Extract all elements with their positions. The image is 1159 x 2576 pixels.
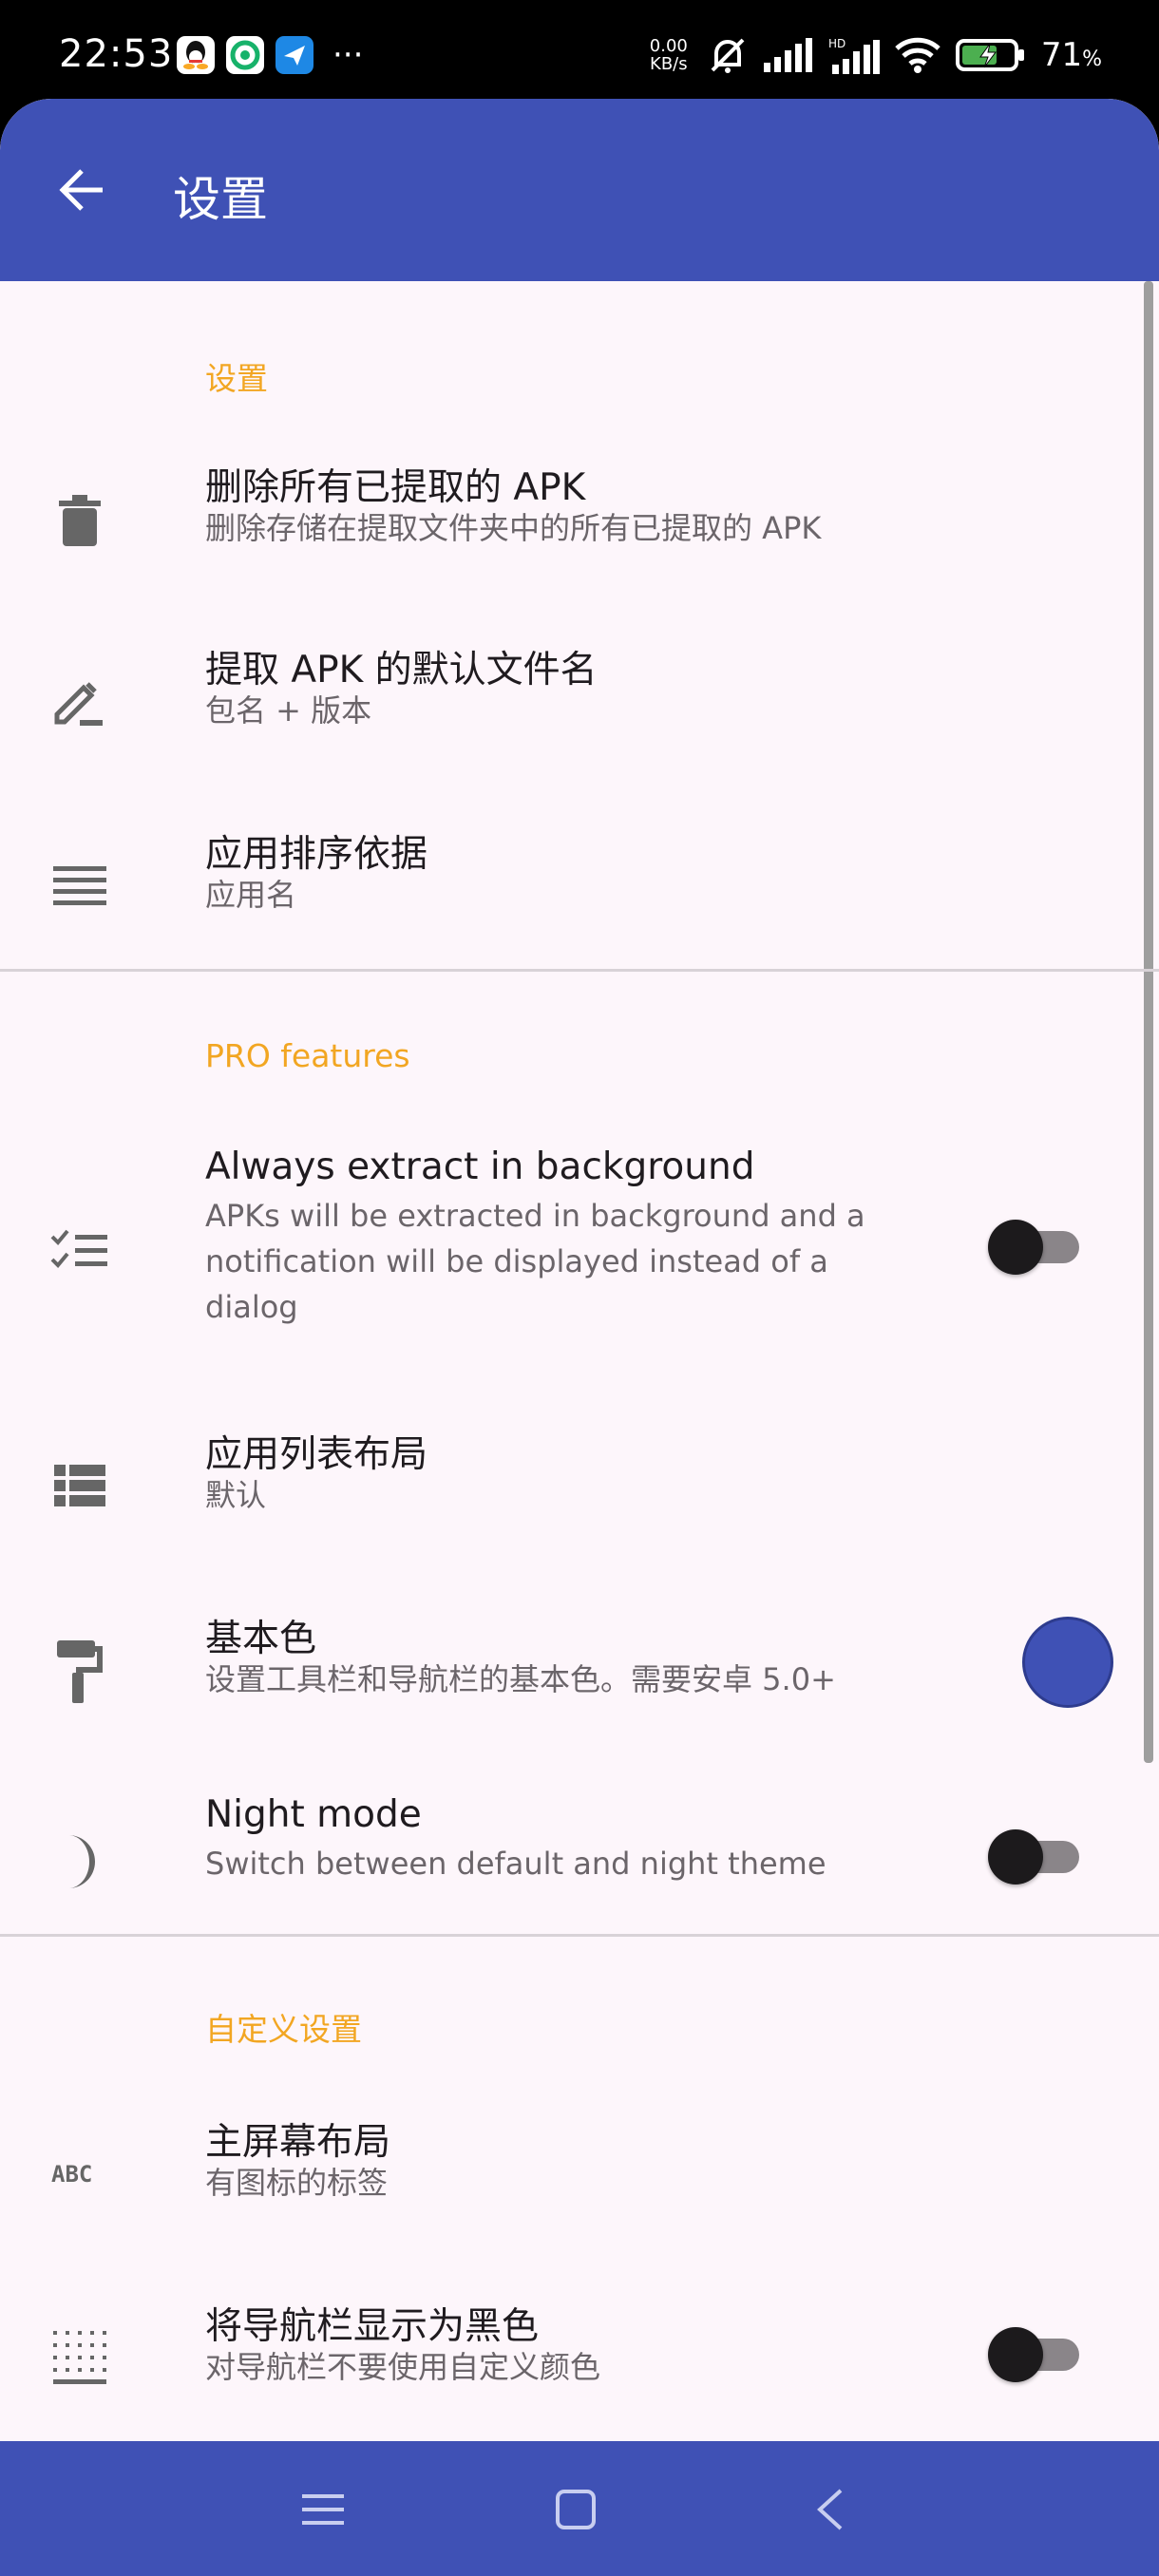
trash-icon	[46, 486, 114, 555]
pref-home-layout[interactable]: ABC 主屏幕布局 有图标的标签	[0, 2112, 1159, 2245]
system-nav-bar	[0, 2441, 1159, 2576]
more-notifications-icon: ···	[332, 36, 364, 74]
toolbar: 设置	[0, 99, 1159, 281]
net-speed: 0.00 KB/s	[649, 36, 688, 74]
pref-night-mode[interactable]: Night mode Switch between default and ni…	[0, 1793, 1159, 1926]
battery-charging-icon	[955, 39, 1024, 71]
section-header-pro: PRO features	[205, 1037, 410, 1074]
dotted-grid-icon	[46, 2323, 114, 2392]
status-bar: 22:53 ··· 0.00 KB/s HD 71%	[0, 0, 1159, 99]
chevron-left-icon	[817, 2489, 843, 2530]
wifi-icon	[895, 37, 940, 73]
abc-icon: ABC	[46, 2139, 114, 2207]
section-divider	[0, 969, 1159, 972]
paint-roller-icon	[46, 1638, 114, 1706]
signal-icon	[763, 38, 812, 72]
primary-color-swatch[interactable]	[1022, 1617, 1113, 1708]
back-button[interactable]	[48, 156, 116, 224]
nav-menu-button[interactable]	[289, 2475, 357, 2544]
nav-home-button[interactable]	[542, 2475, 610, 2544]
svg-text:ABC: ABC	[51, 2162, 92, 2185]
home-square-icon	[556, 2490, 596, 2529]
silent-bell-icon	[711, 38, 745, 73]
settings-screen: 设置 设置 删除所有已提取的 APK 删除存储在提取文件夹中的所有已提取的 AP…	[0, 99, 1159, 2576]
bird-app-icon	[276, 36, 314, 74]
qq-icon	[177, 36, 215, 74]
section-header-custom: 自定义设置	[205, 2011, 362, 2048]
moon-icon	[46, 1828, 114, 1896]
arrow-back-icon	[59, 169, 103, 211]
sort-lines-icon	[46, 851, 114, 919]
black-navbar-switch[interactable]	[988, 2327, 1083, 2382]
chat-app-icon	[226, 36, 264, 74]
pref-delete-all-apk[interactable]: 删除所有已提取的 APK 删除存储在提取文件夹中的所有已提取的 APK	[0, 458, 1159, 610]
section-divider	[0, 1934, 1159, 1937]
svg-text:HD: HD	[828, 37, 846, 50]
menu-icon	[302, 2494, 344, 2525]
pref-extract-background[interactable]: Always extract in background APKs will b…	[0, 1146, 1159, 1335]
checklist-icon	[46, 1216, 114, 1284]
section-header-settings: 设置	[205, 360, 268, 397]
extract-background-switch[interactable]	[988, 1220, 1083, 1275]
night-mode-switch[interactable]	[988, 1829, 1083, 1885]
nav-back-button[interactable]	[796, 2475, 864, 2544]
pref-default-filename[interactable]: 提取 APK 的默认文件名 包名 + 版本	[0, 640, 1159, 792]
list-layout-icon	[46, 1451, 114, 1520]
hd-signal-icon: HD	[828, 37, 880, 74]
status-indicators: 0.00 KB/s HD 71%	[646, 34, 1102, 76]
pencil-icon	[46, 671, 114, 739]
page-title: 设置	[173, 172, 268, 227]
pref-sort-by[interactable]: 应用排序依据 应用名	[0, 824, 1159, 957]
pref-primary-color[interactable]: 基本色 设置工具栏和导航栏的基本色。需要安卓 5.0+	[0, 1609, 1159, 1752]
status-time: 22:53	[59, 32, 174, 76]
battery-percent: 71%	[1040, 36, 1102, 74]
notification-icons: ···	[177, 36, 363, 74]
pref-list-layout[interactable]: 应用列表布局 默认	[0, 1425, 1159, 1558]
pref-black-navbar[interactable]: 将导航栏显示为黑色 对导航栏不要使用自定义颜色	[0, 2297, 1159, 2430]
